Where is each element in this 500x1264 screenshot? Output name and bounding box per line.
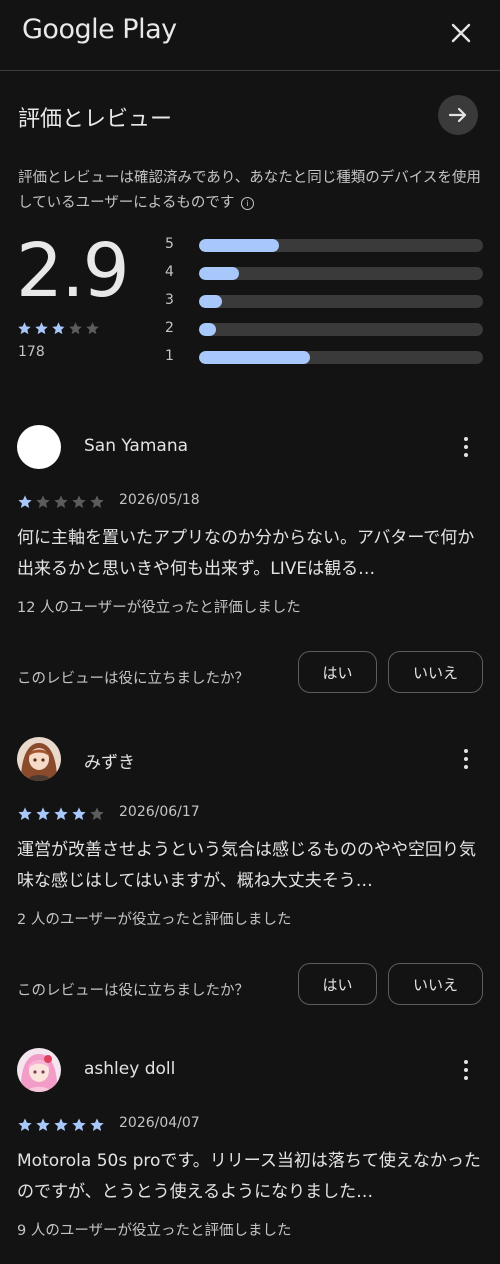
review-date: 2026/04/07: [119, 1115, 200, 1131]
more-vert-icon: [464, 1060, 468, 1064]
rating-bar-label: 1: [165, 348, 174, 364]
star-icon: [90, 495, 104, 508]
star-icon: [18, 322, 31, 335]
helpful-question: このレビューは役に立ちましたか？: [17, 671, 249, 687]
more-vert-icon: [464, 749, 468, 753]
review-date: 2026/06/17: [119, 804, 200, 820]
more-options-button[interactable]: [452, 1052, 480, 1088]
star-icon: [36, 1118, 50, 1131]
rating-bar-track: [199, 351, 483, 364]
helpful-count: 12 人のユーザーが役立ったと評価しました: [17, 600, 301, 616]
rating-bar-label: 5: [165, 236, 174, 252]
reviewer-name: みずき: [84, 753, 135, 773]
star-icon: [52, 322, 65, 335]
reviewer-name: San Yamana: [84, 436, 189, 456]
review-stars: [17, 494, 105, 510]
star-icon: [86, 322, 99, 335]
helpful-count: 2 人のユーザーが役立ったと評価しました: [17, 912, 292, 928]
star-icon: [18, 807, 32, 820]
review-stars: [17, 1117, 105, 1133]
rating-bar-track: [199, 267, 483, 280]
star-icon: [35, 322, 48, 335]
google-play-logo: Google Play: [22, 14, 177, 45]
rating-bar-row: 1: [165, 346, 485, 374]
star-icon: [90, 1118, 104, 1131]
helpful-no-button[interactable]: いいえ: [388, 963, 483, 1005]
close-button[interactable]: [442, 14, 480, 52]
star-icon: [36, 495, 50, 508]
star-icon: [54, 807, 68, 820]
star-icon: [36, 807, 50, 820]
star-icon: [72, 807, 86, 820]
average-rating-stars: [17, 321, 100, 336]
review-stars: [17, 806, 105, 822]
reviewer-name: ashley doll: [84, 1059, 176, 1079]
rating-bar-fill: [199, 239, 279, 252]
rating-bar-row: 2: [165, 318, 485, 346]
more-options-button[interactable]: [452, 429, 480, 465]
rating-bar-fill: [199, 351, 310, 364]
rating-bar-label: 2: [165, 320, 174, 336]
star-icon: [18, 495, 32, 508]
rating-bar-row: 4: [165, 262, 485, 290]
review-text[interactable]: 運営が改善させようという気合は感じるもののやや空回り気味な感じはしてはいますが、…: [17, 835, 485, 897]
avatar: [17, 425, 61, 469]
ratings-description: 評価とレビューは確認済みであり、あなたと同じ種類のデバイスを使用しているユーザー…: [18, 166, 482, 216]
review-text[interactable]: Motorola 50s proです。リリース当初は落ちて使えなかったのですが、…: [17, 1146, 485, 1208]
rating-bar-fill: [199, 295, 222, 308]
average-rating: 2.9: [16, 228, 130, 314]
app-header: Google Play: [0, 0, 500, 70]
rating-distribution: 5 4 3 2 1: [165, 234, 485, 374]
star-icon: [72, 1118, 86, 1131]
avatar: [17, 1048, 61, 1092]
rating-bar-row: 3: [165, 290, 485, 318]
star-icon: [69, 322, 82, 335]
helpful-yes-button[interactable]: はい: [298, 651, 377, 693]
star-icon: [18, 1118, 32, 1131]
rating-bar-track: [199, 239, 483, 252]
helpful-no-button[interactable]: いいえ: [388, 651, 483, 693]
rating-bar-fill: [199, 323, 217, 336]
helpful-question: このレビューは役に立ちましたか？: [17, 983, 249, 999]
helpful-yes-button[interactable]: はい: [298, 963, 377, 1005]
avatar: [17, 737, 61, 781]
arrow-right-icon: [448, 107, 467, 123]
star-icon: [72, 495, 86, 508]
header-divider: [0, 70, 500, 71]
rating-bar-track: [199, 295, 483, 308]
rating-count: 178: [18, 344, 45, 360]
see-all-reviews-button[interactable]: [438, 95, 478, 135]
star-icon: [54, 495, 68, 508]
rating-bar-row: 5: [165, 234, 485, 262]
star-icon: [90, 807, 104, 820]
rating-bar-label: 4: [165, 264, 174, 280]
info-icon[interactable]: i: [240, 196, 254, 210]
review-date: 2026/05/18: [119, 492, 200, 508]
rating-bar-label: 3: [165, 292, 174, 308]
close-icon: [451, 23, 471, 43]
more-options-button[interactable]: [452, 741, 480, 777]
rating-bar-fill: [199, 267, 239, 280]
ratings-section-title: 評価とレビュー: [18, 107, 173, 132]
rating-bar-track: [199, 323, 483, 336]
review-text[interactable]: 何に主軸を置いたアプリなのか分からない。アバターで何か出来るかと思いきや何も出来…: [17, 523, 485, 585]
more-vert-icon: [464, 437, 468, 441]
helpful-count: 9 人のユーザーが役立ったと評価しました: [17, 1223, 292, 1239]
star-icon: [54, 1118, 68, 1131]
